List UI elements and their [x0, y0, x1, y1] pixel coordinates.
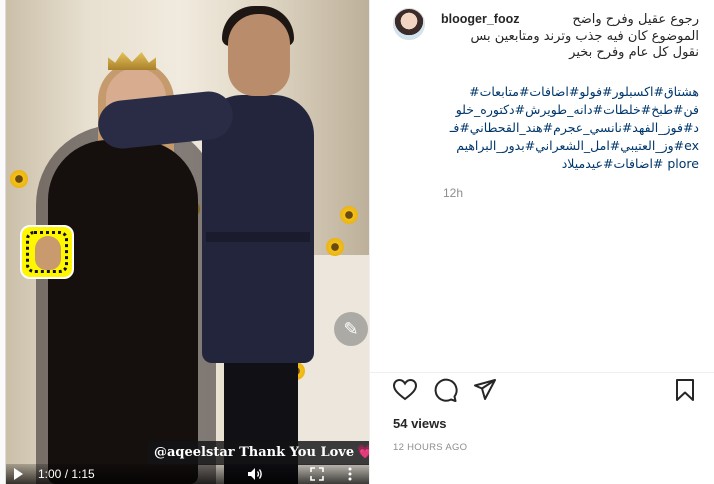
avatar[interactable]	[393, 8, 425, 40]
snapcode-badge	[20, 225, 74, 279]
volume-icon[interactable]	[247, 467, 263, 481]
bitmoji-icon	[35, 236, 61, 270]
comment-icon[interactable]	[432, 377, 458, 403]
video-overlay-caption: @aqeelstar Thank You Love 💗	[148, 441, 369, 465]
caption-line-1: رجوع عقيل وفرح واضح	[572, 12, 699, 27]
instagram-post-view: ✎ @aqeelstar Thank You Love 💗 1:00 / 1:15	[0, 0, 714, 484]
video-player[interactable]: ✎ @aqeelstar Thank You Love 💗 1:00 / 1:15	[6, 0, 369, 484]
share-icon[interactable]	[472, 377, 498, 403]
time-display: 1:00 / 1:15	[38, 467, 95, 481]
bookmark-icon[interactable]	[672, 377, 698, 403]
heart-icon[interactable]	[392, 377, 418, 403]
play-icon[interactable]	[14, 468, 23, 480]
hashtag-line[interactable]: فن#طبخ#خلطات#دانه_طويرش#دكتوره_خلو	[441, 101, 699, 119]
caption-line-2: الموضوع كان فيه جذب وترند ومتابعين بس	[470, 28, 699, 44]
caption-line-3: نقول كل عام وفرح بخير	[569, 45, 699, 60]
post-time-ago: 12 HOURS AGO	[393, 442, 468, 453]
hashtag-line[interactable]: plore #اضافات#عيدميلاد	[441, 155, 699, 173]
overlay-caption-text: @aqeelstar Thank You Love	[154, 445, 355, 460]
heart-emoji-icon: 💗	[357, 445, 369, 460]
view-count[interactable]: 54 views	[393, 416, 447, 431]
caption-timestamp: 12h	[443, 186, 464, 200]
hashtag-line[interactable]: د#فوز_الفهد#نانسي_عجرم#هند_القحطاني#فـ	[441, 119, 699, 137]
hashtag-line[interactable]: هشتاق#اكسبلور#فولو#اضافات#متابعات#	[441, 83, 699, 101]
action-bar	[370, 372, 714, 402]
video-controls: 1:00 / 1:15	[6, 464, 369, 484]
fullscreen-icon[interactable]	[310, 467, 324, 481]
post-details-panel: رجوع عقيل وفرح واضح الموضوع كان فيه جذب …	[369, 0, 714, 484]
hashtags[interactable]: هشتاق#اكسبلور#فولو#اضافات#متابعات# فن#طب…	[441, 83, 699, 173]
username-link[interactable]: blooger_fooz	[441, 12, 519, 26]
pencil-icon[interactable]: ✎	[334, 312, 368, 346]
more-options-icon[interactable]	[348, 467, 352, 481]
hashtag-line[interactable]: ex#وز_العتيبي#امل_الشعراني#بدور_البراهيم	[441, 137, 699, 155]
